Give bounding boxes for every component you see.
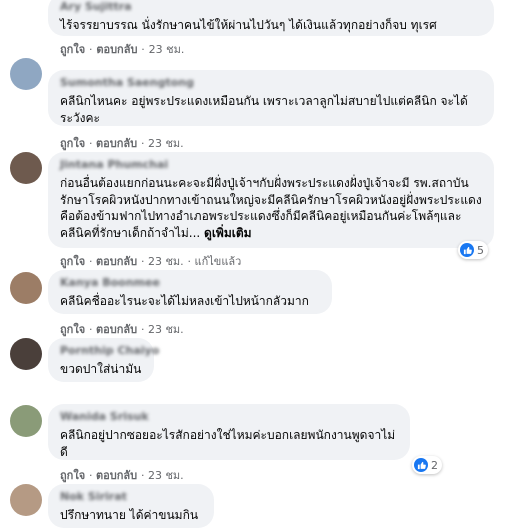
comment-text: คลีนิกไหนคะ อยู่พระประแดงเหมือนกัน เพราะ… — [60, 94, 468, 125]
comment-author[interactable]: Kanya Boonmee — [60, 276, 320, 290]
thumbs-up-icon — [460, 243, 474, 257]
comment-text: คลีนิคชื่ออะไรนะจะได้ไม่หลงเข้าไปหน้ากลั… — [60, 294, 309, 308]
comment-text: ก่อนอื่นต้องแยกก่อนนะคะจะมีฝั่งปู่เจ้าฯก… — [60, 176, 482, 240]
reply-link[interactable]: ตอบกลับ — [96, 255, 137, 268]
like-link[interactable]: ถูกใจ — [60, 137, 85, 150]
reply-link[interactable]: ตอบกลับ — [96, 43, 137, 56]
comment-author[interactable]: Sumontha Saengtong — [60, 76, 482, 90]
like-link[interactable]: ถูกใจ — [60, 43, 85, 56]
comment-actions: ถูกใจ · ตอบกลับ · 23 ชม. — [60, 43, 185, 56]
comment-actions: ถูกใจ · ตอบกลับ · 23 ชม. — [60, 323, 184, 336]
comment-author[interactable]: Ary Sujittra — [60, 0, 482, 14]
avatar[interactable] — [10, 58, 42, 90]
like-link[interactable]: ถูกใจ — [60, 323, 85, 336]
edited-label[interactable]: แก้ไขแล้ว — [195, 255, 242, 268]
comment-bubble: Wanida Srisuk คลีนิกอยู่ปากซอยอะไรสักอย่… — [48, 404, 410, 460]
comment-author[interactable]: Wanida Srisuk — [60, 410, 398, 424]
thumbs-up-icon — [414, 458, 428, 472]
comment-bubble: Sumontha Saengtong คลีนิกไหนคะ อยู่พระปร… — [48, 70, 494, 126]
comment-text: คลีนิกอยู่ปากซอยอะไรสักอย่างใช่ไหมค่ะบอก… — [60, 428, 396, 459]
comment-text: ไร้จรรยาบรรณ นั่งรักษาคนไข้ให้ผ่านไปวันๆ… — [60, 18, 437, 32]
reaction-count[interactable]: 2 — [412, 456, 442, 474]
comment-bubble: Kanya Boonmee คลีนิคชื่ออะไรนะจะได้ไม่หล… — [48, 270, 332, 314]
comment-timestamp[interactable]: 23 ชม. — [148, 137, 184, 150]
reply-link[interactable]: ตอบกลับ — [96, 469, 137, 482]
comment-actions: ถูกใจ · ตอบกลับ · 23 ชม. — [60, 137, 184, 150]
like-link[interactable]: ถูกใจ — [60, 469, 85, 482]
comment-text: ปรึกษาทนาย ได้ค่าขนมกิน — [60, 508, 199, 522]
comment-bubble: Nok Sirirat ปรึกษาทนาย ได้ค่าขนมกิน — [48, 484, 214, 528]
avatar[interactable] — [10, 272, 42, 304]
avatar[interactable] — [10, 405, 42, 437]
avatar[interactable] — [10, 338, 42, 370]
comment-bubble: Pornthip Chaiyo ขวดปาใส่น่ามัน — [48, 338, 159, 382]
reply-link[interactable]: ตอบกลับ — [96, 323, 137, 336]
comment-timestamp[interactable]: 23 ชม. — [149, 43, 185, 56]
comment-text: ขวดปาใส่น่ามัน — [60, 362, 142, 376]
reaction-count[interactable]: 5 — [458, 241, 488, 259]
comment-timestamp[interactable]: 23 ชม. — [148, 469, 184, 482]
comment-author[interactable]: Pornthip Chaiyo — [60, 344, 159, 358]
like-link[interactable]: ถูกใจ — [60, 255, 85, 268]
avatar[interactable] — [10, 152, 42, 184]
see-more-link[interactable]: ดูเพิ่มเติม — [204, 226, 252, 240]
comment-author[interactable]: Jintana Phumchai — [60, 158, 482, 172]
comment-author[interactable]: Nok Sirirat — [60, 490, 202, 504]
reply-link[interactable]: ตอบกลับ — [96, 137, 137, 150]
comment-bubble: Ary Sujittra ไร้จรรยาบรรณ นั่งรักษาคนไข้… — [48, 0, 494, 36]
comment-timestamp[interactable]: 23 ชม. — [148, 323, 184, 336]
avatar[interactable] — [10, 484, 42, 516]
comment-timestamp[interactable]: 23 ชม. — [148, 255, 184, 268]
comment-actions: ถูกใจ · ตอบกลับ · 23 ชม. · แก้ไขแล้ว — [60, 255, 242, 268]
comment-actions: ถูกใจ · ตอบกลับ · 23 ชม. — [60, 469, 184, 482]
comment-bubble: Jintana Phumchai ก่อนอื่นต้องแยกก่อนนะคะ… — [48, 152, 494, 248]
